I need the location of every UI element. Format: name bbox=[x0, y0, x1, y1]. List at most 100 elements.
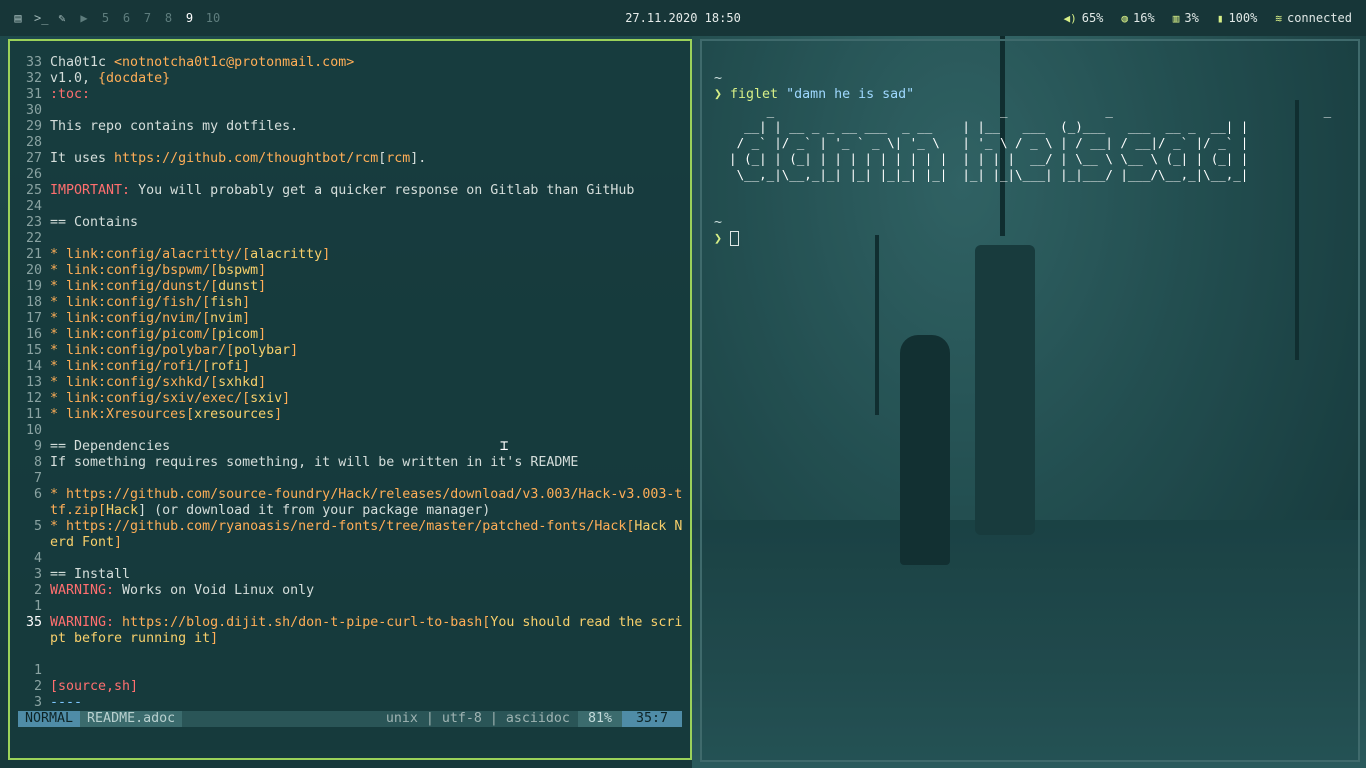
line-text: https://github.com/thoughtbot/rcm bbox=[114, 151, 379, 166]
editor-statusline: NORMAL README.adoc unix | utf-8 | asciid… bbox=[18, 711, 682, 727]
editor-line[interactable]: 1 bbox=[18, 599, 682, 615]
terminal-icon[interactable]: >_ bbox=[34, 12, 48, 24]
line-text: WARNING: bbox=[50, 583, 115, 598]
editor-line[interactable]: 27 It uses https://github.com/thoughtbot/… bbox=[18, 151, 682, 167]
editor-line[interactable]: 18 * link:config/fish/[fish] bbox=[18, 295, 682, 311]
line-text: * link:config/polybar/[ bbox=[50, 343, 235, 358]
editor-icon[interactable]: ✎ bbox=[56, 12, 68, 24]
terminal-output[interactable]: ~ ❯ figlet "damn he is sad" _ _ _ _ __| |… bbox=[714, 55, 1339, 280]
line-text: rcm bbox=[386, 151, 411, 166]
editor-line[interactable]: 1 bbox=[18, 663, 682, 679]
line-text: IMPORTANT: bbox=[50, 183, 131, 198]
editor-line[interactable]: 2 WARNING: Works on Void Linux only bbox=[18, 583, 682, 599]
editor-line[interactable]: 13 * link:config/sxhkd/[sxhkd] bbox=[18, 375, 682, 391]
editor-line[interactable]: 21 * link:config/alacritty/[alacritty] bbox=[18, 247, 682, 263]
editor-line[interactable]: erd Font] bbox=[18, 535, 682, 551]
line-text: ] bbox=[290, 343, 299, 358]
line-text: v1.0, bbox=[50, 71, 99, 86]
line-number: 23 bbox=[25, 215, 42, 230]
line-text: * link:Xresources[ bbox=[50, 407, 195, 422]
line-text: {docdate} bbox=[98, 71, 171, 86]
editor-line[interactable]: 29 This repo contains my dotfiles. bbox=[18, 119, 682, 135]
editor-window[interactable]: 33 Cha0t1c <notnotcha0t1c@protonmail.com>… bbox=[8, 39, 692, 760]
line-number: 30 bbox=[25, 103, 42, 118]
editor-line[interactable] bbox=[18, 647, 682, 663]
network-module[interactable]: ≋ connected bbox=[1275, 11, 1352, 25]
editor-line[interactable]: tf.zip[Hack] (or download it from your p… bbox=[18, 503, 682, 519]
workspace-9[interactable]: 9 bbox=[184, 11, 195, 25]
editor-line[interactable]: 2 [source,sh] bbox=[18, 679, 682, 695]
editor-line[interactable]: 26 bbox=[18, 167, 682, 183]
editor-line[interactable]: 10 bbox=[18, 423, 682, 439]
editor-line[interactable]: 33 Cha0t1c <notnotcha0t1c@protonmail.com> bbox=[18, 55, 682, 71]
line-text: tf.zip[ bbox=[50, 503, 107, 518]
line-text: [ bbox=[378, 151, 387, 166]
line-text: Hack N bbox=[634, 519, 683, 534]
editor-line[interactable]: 9 == Dependencies bbox=[18, 439, 682, 455]
editor-line[interactable]: 31:toc: bbox=[18, 87, 682, 103]
editor-line[interactable]: 3 == Install bbox=[18, 567, 682, 583]
line-text: sxhkd bbox=[218, 375, 259, 390]
line-number: 27 bbox=[25, 151, 42, 166]
files-icon[interactable]: ▤ bbox=[12, 12, 24, 24]
line-number bbox=[18, 535, 50, 551]
line-text: bspwm bbox=[218, 263, 259, 278]
editor-line[interactable]: 25 IMPORTANT: You will probably get a qui… bbox=[18, 183, 682, 199]
line-text: picom bbox=[218, 327, 259, 342]
line-text: This repo contains my dotfiles. bbox=[50, 119, 299, 134]
scroll-percent: 81% bbox=[577, 711, 622, 727]
editor-line[interactable]: 22 bbox=[18, 231, 682, 247]
workspace-10[interactable]: 10 bbox=[205, 11, 221, 25]
status-bar: ▤ >_ ✎ ▶ 5 6 7 8 9 10 27.11.2020 18:50 ◀… bbox=[0, 0, 1366, 36]
editor-line[interactable]: 4 bbox=[18, 551, 682, 567]
line-text: ] bbox=[242, 311, 251, 326]
memory-value: 3% bbox=[1184, 11, 1199, 25]
line-text: * link:config/sxiv/exec/[ bbox=[50, 391, 251, 406]
editor-line[interactable]: 23 == Contains bbox=[18, 215, 682, 231]
prompt-directory: ~ bbox=[714, 71, 723, 86]
line-text: polybar bbox=[234, 343, 291, 358]
workspace-5[interactable]: 5 bbox=[100, 11, 111, 25]
editor-line[interactable]: 17 * link:config/nvim/[nvim] bbox=[18, 311, 682, 327]
line-text: [source,sh] bbox=[50, 679, 139, 694]
editor-line[interactable]: 16 * link:config/picom/[picom] bbox=[18, 327, 682, 343]
workspace-8[interactable]: 8 bbox=[163, 11, 174, 25]
figlet-output: _ _ _ _ __| | __ _ _ __ ___ _ __ | |__ _… bbox=[714, 103, 1339, 183]
editor-line[interactable]: 6 * https://github.com/source-foundry/Hac… bbox=[18, 487, 682, 503]
terminal-window[interactable]: ~ ❯ figlet "damn he is sad" _ _ _ _ __| |… bbox=[700, 39, 1360, 762]
editor-line[interactable]: 3 ---- bbox=[18, 695, 682, 711]
line-text: If something requires something, it will… bbox=[50, 455, 579, 470]
editor-buffer[interactable]: 33 Cha0t1c <notnotcha0t1c@protonmail.com>… bbox=[18, 55, 682, 727]
command-line: ❯ figlet "damn he is sad" bbox=[714, 87, 1339, 103]
editor-line[interactable]: 8 If something requires something, it wil… bbox=[18, 455, 682, 471]
cpu-icon: ◍ bbox=[1121, 11, 1129, 25]
editor-line[interactable]: 12 * link:config/sxiv/exec/[sxiv] bbox=[18, 391, 682, 407]
line-number: 9 bbox=[33, 439, 42, 454]
editor-line[interactable]: 19 * link:config/dunst/[dunst] bbox=[18, 279, 682, 295]
line-text: ] bbox=[258, 327, 267, 342]
line-number: 15 bbox=[25, 343, 42, 358]
editor-line[interactable]: 30 bbox=[18, 103, 682, 119]
line-number: 28 bbox=[25, 135, 42, 150]
line-text: * https://github.com/ryanoasis/nerd-font… bbox=[50, 519, 635, 534]
line-number: 2 bbox=[33, 583, 42, 598]
editor-line[interactable]: 14 * link:config/rofi/[rofi] bbox=[18, 359, 682, 375]
editor-line[interactable]: 5 * https://github.com/ryanoasis/nerd-fon… bbox=[18, 519, 682, 535]
line-text: https://blog.dijit.sh/don-t-pipe-curl-to… bbox=[114, 615, 491, 630]
workspace-6[interactable]: 6 bbox=[121, 11, 132, 25]
editor-line[interactable]: pt before running it] bbox=[18, 631, 682, 647]
volume-module[interactable]: ◀) 65% bbox=[1063, 11, 1103, 25]
editor-line[interactable]: 20 * link:config/bspwm/[bspwm] bbox=[18, 263, 682, 279]
editor-line[interactable]: 15 * link:config/polybar/[polybar] bbox=[18, 343, 682, 359]
workspace-7[interactable]: 7 bbox=[142, 11, 153, 25]
editor-line[interactable]: 35 WARNING: https://blog.dijit.sh/don-t-p… bbox=[18, 615, 682, 631]
line-number: 11 bbox=[25, 407, 42, 422]
editor-line[interactable]: 32 v1.0, {docdate} bbox=[18, 71, 682, 87]
editor-line[interactable]: 11 * link:Xresources[xresources] bbox=[18, 407, 682, 423]
editor-line[interactable]: 24 bbox=[18, 199, 682, 215]
editor-line[interactable]: 28 bbox=[18, 135, 682, 151]
editor-line[interactable]: 7 bbox=[18, 471, 682, 487]
line-number: 13 bbox=[25, 375, 42, 390]
play-icon[interactable]: ▶ bbox=[78, 12, 90, 24]
input-line[interactable]: ❯ bbox=[714, 231, 1339, 248]
